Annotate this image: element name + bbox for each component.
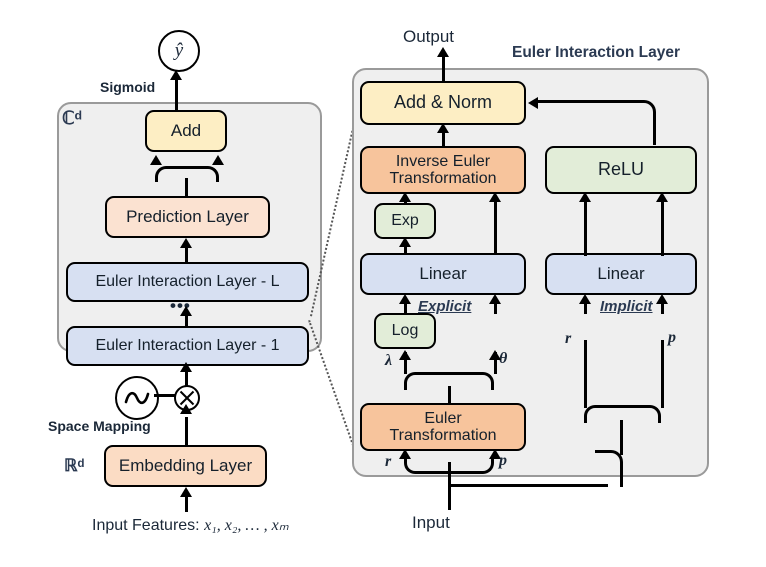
right-panel-title: Euler Interaction Layer <box>512 44 680 61</box>
node-euler-transformation-line2: Transformation <box>389 427 497 444</box>
mult-to-eil1-arrowhead <box>180 362 192 372</box>
add-to-yhat-arrowhead <box>170 70 182 80</box>
input-features-text: Input Features: <box>92 517 200 534</box>
node-linear-implicit: Linear <box>545 253 697 295</box>
node-log-label: Log <box>391 322 419 340</box>
lambda-signal-label: λ <box>385 352 393 369</box>
prediction-to-add-arrow-left <box>150 155 162 165</box>
add-to-yhat-line <box>175 78 178 111</box>
linearR-to-relu-arrowhead-right <box>656 192 668 202</box>
node-exp: Exp <box>374 203 436 239</box>
node-relu: ReLU <box>545 146 697 194</box>
space-mapping-sine-node <box>115 376 159 420</box>
node-euler-interaction-layer-L-label: Euler Interaction Layer - L <box>95 273 280 291</box>
node-prediction-layer: Prediction Layer <box>105 196 270 238</box>
node-prediction-layer-label: Prediction Layer <box>126 206 249 226</box>
node-euler-transformation: Euler Transformation <box>360 403 526 451</box>
p-right-label: p <box>668 329 676 346</box>
r-right-label: r <box>565 330 572 347</box>
implicit-riser <box>620 420 623 455</box>
r-left-label: r <box>385 453 392 470</box>
sine-wave-icon <box>124 391 150 405</box>
linearL-to-exp-arrowhead <box>399 237 411 247</box>
real-space-label: ℝᵈ <box>64 456 85 475</box>
theta-arrowhead-mid <box>489 294 501 304</box>
space-mapping-label: Space Mapping <box>48 418 151 434</box>
embedding-to-mult-line <box>185 417 188 445</box>
lambda-upper-line <box>404 352 407 374</box>
node-linear-explicit-label: Linear <box>419 263 467 283</box>
figure-canvas: ℂᵈ ŷ Sigmoid Add Prediction Layer Euler … <box>0 0 766 567</box>
addnorm-to-output-arrowhead <box>437 47 449 57</box>
node-euler-transformation-line1: Euler <box>424 409 462 427</box>
implicit-r-riser <box>584 340 587 408</box>
log-to-linearL-arrowhead <box>399 294 411 304</box>
linearR-to-relu-arrowhead-left <box>579 192 591 202</box>
prediction-to-add-arrow-right <box>212 155 224 165</box>
node-inverse-euler-transformation-line2: Transformation <box>389 170 497 187</box>
exp-to-invEuler-arrowhead <box>399 192 411 202</box>
relu-residual-elbow <box>536 100 656 145</box>
node-euler-interaction-layer-1-label: Euler Interaction Layer - 1 <box>95 337 280 355</box>
euler-out-trunk <box>448 386 451 403</box>
addnorm-to-output-line <box>442 55 445 81</box>
linearR-to-relu-line-right <box>661 199 664 256</box>
invEuler-to-addnorm-arrowhead <box>437 123 449 133</box>
r-to-linearR-arrowhead <box>579 294 591 304</box>
features-to-embedding-arrowhead <box>180 487 192 497</box>
implicit-p-riser <box>661 340 664 408</box>
node-linear-implicit-label: Linear <box>597 263 645 283</box>
input-to-implicit-horizontal <box>448 484 608 487</box>
sigmoid-label: Sigmoid <box>100 79 156 95</box>
sine-to-mult-line <box>154 394 176 397</box>
node-add-and-norm-label: Add & Norm <box>393 92 493 113</box>
output-label: Output <box>403 27 455 46</box>
complex-space-label: ℂᵈ <box>62 108 82 128</box>
eilL-to-prediction-arrowhead <box>180 238 192 248</box>
yhat-output-node: ŷ <box>158 30 200 72</box>
node-exp-label: Exp <box>391 212 419 230</box>
node-embedding-layer-label: Embedding Layer <box>118 455 253 475</box>
node-add-label: Add <box>170 120 202 140</box>
embedding-to-mult-arrowhead <box>180 404 192 414</box>
relu-residual-arrowhead <box>528 97 538 109</box>
p-to-linearR-arrowhead <box>656 294 668 304</box>
theta-upper-line <box>494 352 497 374</box>
theta-to-invEuler-arrowhead <box>489 192 501 202</box>
implicit-branch-label: Implicit <box>600 298 653 315</box>
input-label: Input <box>412 513 450 532</box>
node-inverse-euler-transformation-line1: Inverse Euler <box>395 152 491 170</box>
node-embedding-layer: Embedding Layer <box>104 445 267 487</box>
node-inverse-euler-transformation: Inverse Euler Transformation <box>360 146 526 194</box>
node-relu-label: ReLU <box>597 159 645 180</box>
yhat-label: ŷ <box>174 40 184 61</box>
input-features-label: Input Features: x₁, x₂, … , xₘ <box>92 515 289 535</box>
node-add-and-norm: Add & Norm <box>360 81 526 125</box>
input-features-vars: x₁, x₂, … , xₘ <box>204 517 289 534</box>
implicit-split-bracket <box>584 405 661 423</box>
node-euler-interaction-layer-1: Euler Interaction Layer - 1 <box>66 326 309 366</box>
prediction-to-bracket-line <box>185 178 188 198</box>
node-linear-explicit: Linear <box>360 253 526 295</box>
node-add: Add <box>145 110 227 152</box>
euler-in-arrowhead-r <box>399 449 411 459</box>
linearR-to-relu-line-left <box>584 199 587 256</box>
eilL-to-prediction-line <box>185 247 188 262</box>
eil1-to-eilL-arrowhead <box>180 306 192 316</box>
input-to-implicit-elbow <box>595 450 623 487</box>
node-log: Log <box>374 313 436 349</box>
p-left-label: p <box>499 452 507 469</box>
